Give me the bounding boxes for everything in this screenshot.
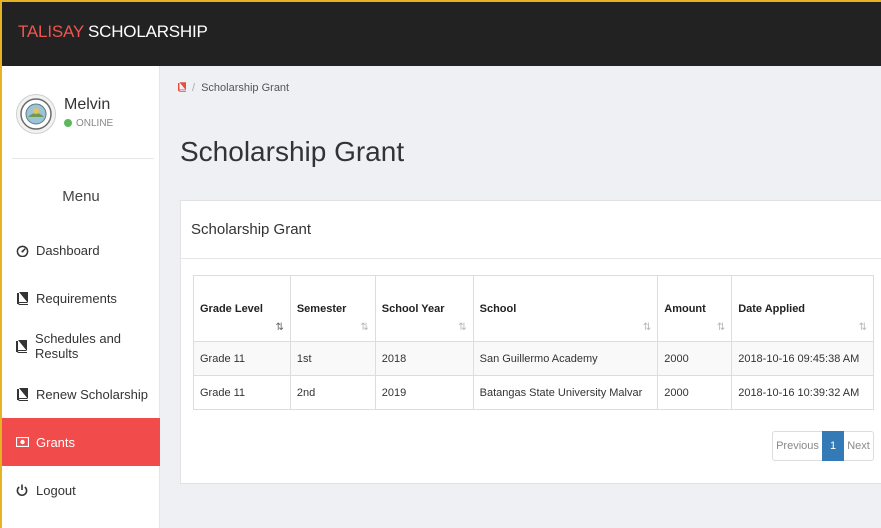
avatar (16, 94, 56, 134)
breadcrumb-separator: / (192, 82, 196, 94)
cell-school-year: 2018 (374, 341, 474, 376)
grants-table: Grade Level ⇅ Semester ⇅ School Year ⇅ Scho… (193, 275, 874, 410)
page-title: Scholarship Grant (180, 136, 405, 167)
cell-amount: 2000 (657, 341, 733, 376)
cell-grade-level: Grade 11 (193, 341, 291, 376)
book-icon (14, 291, 30, 305)
cell-school: Batangas State University Malvar (472, 375, 659, 410)
user-status: ONLINE (64, 118, 113, 129)
brand-part1: TALISAY (18, 22, 84, 41)
column-header: Date Applied (738, 302, 806, 315)
column-header: School (479, 302, 517, 315)
table-row: Grade 11 1st 2018 San Guillermo Academy … (193, 341, 874, 376)
previous-page-button[interactable]: Previous (772, 431, 822, 461)
sidebar-item-label: Schedules and Results (35, 331, 122, 361)
brand-part2: SCHOLARSHIP (88, 22, 208, 41)
next-page-button[interactable]: Next (844, 431, 874, 461)
sort-icon: ⇅ (360, 322, 369, 333)
seal-icon (20, 98, 52, 130)
page-1-button[interactable]: 1 (822, 431, 844, 461)
cell-semester: 1st (289, 341, 376, 376)
cell-school: San Guillermo Academy (472, 341, 659, 376)
user-panel: Melvin ONLINE (10, 86, 160, 146)
sort-asc-icon: ⇅ (275, 322, 284, 333)
main-content: / Scholarship Grant Scholarship Grant Sc… (160, 66, 881, 528)
column-header: Amount (664, 302, 706, 315)
book-icon (14, 339, 29, 353)
cell-date-applied: 2018-10-16 09:45:38 AM (731, 341, 874, 376)
menu-heading: Menu (62, 188, 100, 205)
pagination: Previous 1 Next (772, 431, 874, 461)
sidebar: Melvin ONLINE Menu Dashboard Requirement… (2, 66, 160, 528)
sidebar-item-schedules[interactable]: Schedules and Results (2, 322, 160, 370)
status-text: ONLINE (76, 118, 114, 129)
col-semester[interactable]: Semester ⇅ (289, 275, 376, 342)
sidebar-item-logout[interactable]: Logout (2, 466, 160, 514)
col-grade-level[interactable]: Grade Level ⇅ (193, 275, 291, 342)
col-date-applied[interactable]: Date Applied ⇅ (731, 275, 874, 342)
card-title: Scholarship Grant (181, 201, 881, 259)
sidebar-item-dashboard[interactable]: Dashboard (2, 226, 160, 274)
sidebar-item-label: Logout (36, 482, 76, 498)
book-icon[interactable] (178, 81, 186, 95)
sidebar-item-label: Requirements (36, 290, 117, 306)
column-header: School Year (381, 302, 445, 315)
sidebar-item-grants[interactable]: Grants (2, 418, 160, 466)
sidebar-item-label: Dashboard (36, 242, 100, 258)
app-frame: TALISAY SCHOLARSHIP Melvin ONLINE Menu Da… (0, 0, 881, 528)
cell-grade-level: Grade 11 (193, 375, 291, 410)
breadcrumb-current: Scholarship Grant (201, 82, 290, 94)
sidebar-item-renew[interactable]: Renew Scholarship (2, 370, 160, 418)
cell-amount: 2000 (657, 375, 733, 410)
cell-semester: 2nd (289, 375, 376, 410)
breadcrumb: / Scholarship Grant (160, 66, 881, 110)
cell-date-applied: 2018-10-16 10:39:32 AM (731, 375, 874, 410)
book-icon (14, 387, 30, 401)
grant-card: Scholarship Grant Grade Level ⇅ Semester ⇅… (180, 200, 881, 484)
sort-icon: ⇅ (858, 322, 867, 333)
cell-school-year: 2019 (374, 375, 474, 410)
col-school[interactable]: School ⇅ (472, 275, 659, 342)
online-dot-icon (64, 119, 72, 127)
money-icon (14, 437, 30, 447)
column-header: Semester (296, 302, 347, 315)
sidebar-item-label: Renew Scholarship (36, 386, 149, 402)
sort-icon: ⇅ (458, 322, 467, 333)
top-navbar: TALISAY SCHOLARSHIP (2, 2, 881, 66)
sidebar-item-label: Grants (36, 434, 76, 450)
brand-logo[interactable]: TALISAY SCHOLARSHIP (18, 22, 208, 42)
divider (12, 158, 154, 159)
user-name: Melvin (64, 96, 111, 113)
power-icon (14, 484, 30, 497)
sort-icon: ⇅ (716, 322, 726, 333)
col-school-year[interactable]: School Year ⇅ (374, 275, 474, 342)
table-header-row: Grade Level ⇅ Semester ⇅ School Year ⇅ Scho… (193, 275, 874, 342)
column-header: Grade Level (200, 302, 263, 315)
table-row: Grade 11 2nd 2019 Batangas State Univers… (193, 375, 874, 410)
col-amount[interactable]: Amount ⇅ (657, 275, 733, 342)
dashboard-icon (14, 244, 30, 257)
sort-icon: ⇅ (642, 322, 652, 333)
sidebar-item-requirements[interactable]: Requirements (2, 274, 160, 322)
